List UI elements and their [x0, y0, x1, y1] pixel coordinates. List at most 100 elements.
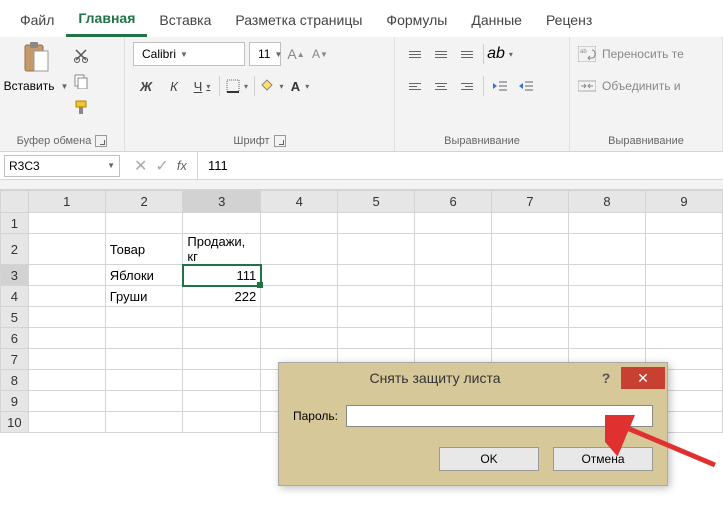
- help-icon[interactable]: ?: [591, 370, 621, 386]
- cell[interactable]: [28, 307, 105, 328]
- column-header[interactable]: 3: [183, 191, 261, 213]
- cell[interactable]: [492, 265, 569, 286]
- cell[interactable]: [261, 234, 338, 265]
- align-right-button[interactable]: [455, 75, 479, 97]
- cell[interactable]: [28, 412, 105, 433]
- cell[interactable]: [492, 307, 569, 328]
- cell[interactable]: [183, 213, 261, 234]
- column-header[interactable]: 4: [261, 191, 338, 213]
- row-header[interactable]: 4: [1, 286, 29, 307]
- cell[interactable]: [645, 213, 722, 234]
- cell[interactable]: Товар: [105, 234, 183, 265]
- cell[interactable]: [183, 307, 261, 328]
- cell[interactable]: [338, 213, 415, 234]
- cell[interactable]: [183, 370, 261, 391]
- cell[interactable]: [28, 328, 105, 349]
- cell[interactable]: [105, 349, 183, 370]
- cell[interactable]: [28, 391, 105, 412]
- format-painter-button[interactable]: [70, 96, 92, 118]
- borders-button[interactable]: ▾: [224, 74, 250, 98]
- cell[interactable]: [415, 213, 492, 234]
- cell[interactable]: Яблоки: [105, 265, 183, 286]
- dialog-launcher-icon[interactable]: [274, 135, 286, 147]
- cell[interactable]: [492, 328, 569, 349]
- font-size-select[interactable]: 11▼: [249, 42, 281, 66]
- tab-review[interactable]: Реценз: [534, 6, 604, 36]
- tab-file[interactable]: Файл: [8, 6, 66, 36]
- cell[interactable]: [183, 349, 261, 370]
- cell[interactable]: [415, 265, 492, 286]
- cell[interactable]: [183, 328, 261, 349]
- cell[interactable]: [105, 370, 183, 391]
- cell[interactable]: [569, 286, 646, 307]
- cell[interactable]: [492, 286, 569, 307]
- cell[interactable]: [645, 234, 722, 265]
- cancel-formula-icon[interactable]: ✕: [134, 156, 147, 176]
- align-middle-button[interactable]: [429, 43, 453, 65]
- cell[interactable]: [492, 213, 569, 234]
- increase-indent-button[interactable]: [514, 75, 538, 97]
- cell[interactable]: [105, 391, 183, 412]
- cell[interactable]: [105, 307, 183, 328]
- cell[interactable]: [338, 234, 415, 265]
- accept-formula-icon[interactable]: ✓: [155, 156, 168, 176]
- tab-layout[interactable]: Разметка страницы: [223, 6, 374, 36]
- cell[interactable]: [645, 328, 722, 349]
- tab-formulas[interactable]: Формулы: [374, 6, 459, 36]
- row-header[interactable]: 10: [1, 412, 29, 433]
- paste-button[interactable]: Вставить▼: [8, 41, 64, 121]
- cell[interactable]: [28, 234, 105, 265]
- cell[interactable]: [415, 286, 492, 307]
- cell[interactable]: [415, 234, 492, 265]
- cell[interactable]: [105, 412, 183, 433]
- cell[interactable]: [415, 328, 492, 349]
- align-center-button[interactable]: [429, 75, 453, 97]
- cell[interactable]: [261, 328, 338, 349]
- row-header[interactable]: 8: [1, 370, 29, 391]
- cell[interactable]: [28, 349, 105, 370]
- cell[interactable]: [645, 265, 722, 286]
- row-header[interactable]: 7: [1, 349, 29, 370]
- cell[interactable]: [261, 307, 338, 328]
- cell[interactable]: [183, 412, 261, 433]
- increase-font-button[interactable]: A▲: [285, 43, 307, 65]
- font-color-button[interactable]: A▾: [287, 74, 313, 98]
- cut-button[interactable]: [70, 44, 92, 66]
- dialog-launcher-icon[interactable]: [95, 135, 107, 147]
- column-header[interactable]: 8: [569, 191, 646, 213]
- fx-icon[interactable]: fx: [177, 158, 187, 173]
- font-name-select[interactable]: Calibri▼: [133, 42, 245, 66]
- row-header[interactable]: 3: [1, 265, 29, 286]
- cell[interactable]: [105, 213, 183, 234]
- cell-selected[interactable]: 111: [183, 265, 261, 286]
- cell[interactable]: [183, 391, 261, 412]
- row-header[interactable]: 2: [1, 234, 29, 265]
- column-header[interactable]: 1: [28, 191, 105, 213]
- password-input[interactable]: [346, 405, 653, 427]
- row-header[interactable]: 6: [1, 328, 29, 349]
- cell[interactable]: [492, 234, 569, 265]
- row-header[interactable]: 9: [1, 391, 29, 412]
- cell[interactable]: [569, 213, 646, 234]
- column-header[interactable]: 5: [338, 191, 415, 213]
- align-left-button[interactable]: [403, 75, 427, 97]
- decrease-font-button[interactable]: A▼: [309, 43, 331, 65]
- cell[interactable]: [28, 370, 105, 391]
- cell[interactable]: [415, 307, 492, 328]
- cell[interactable]: Продажи, кг: [183, 234, 261, 265]
- cell[interactable]: [338, 265, 415, 286]
- tab-data[interactable]: Данные: [459, 6, 534, 36]
- orientation-button[interactable]: ab▾: [488, 43, 512, 65]
- row-header[interactable]: 1: [1, 213, 29, 234]
- cell[interactable]: [645, 286, 722, 307]
- merge-cells-button[interactable]: Объединить и: [578, 73, 714, 99]
- cell[interactable]: [261, 213, 338, 234]
- cell[interactable]: [645, 307, 722, 328]
- cell[interactable]: [261, 265, 338, 286]
- underline-button[interactable]: Ч▾: [189, 74, 215, 98]
- cell[interactable]: [105, 328, 183, 349]
- cell[interactable]: [569, 307, 646, 328]
- align-bottom-button[interactable]: [455, 43, 479, 65]
- column-header[interactable]: 9: [645, 191, 722, 213]
- close-button[interactable]: ✕: [621, 367, 665, 389]
